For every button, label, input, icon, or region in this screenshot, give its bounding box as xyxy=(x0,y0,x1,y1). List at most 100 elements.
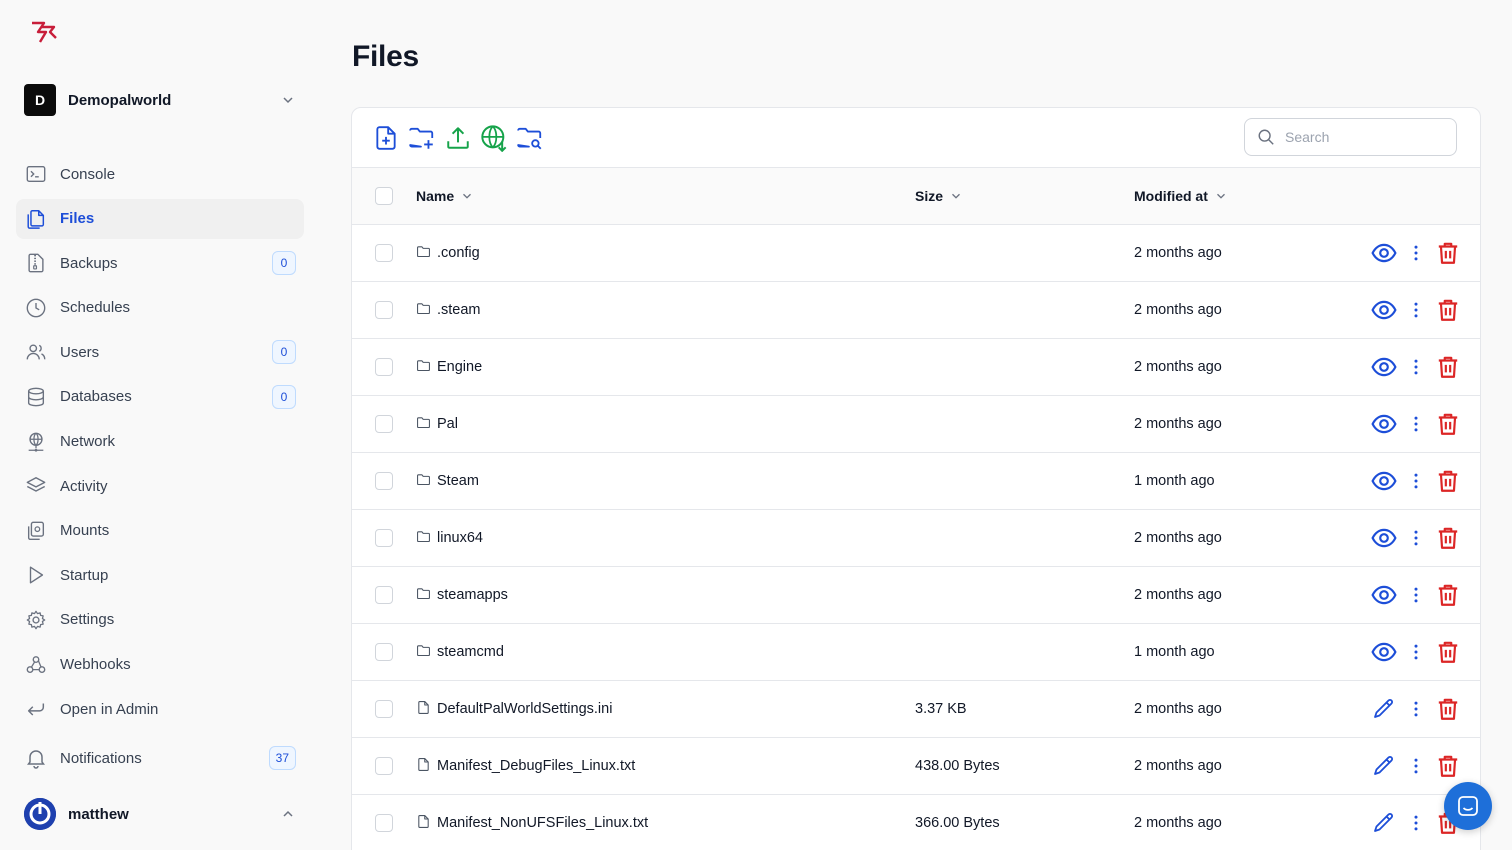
sidebar-item-webhooks[interactable]: Webhooks xyxy=(16,645,304,685)
more-options-icon[interactable] xyxy=(1402,581,1430,609)
pencil-icon[interactable] xyxy=(1370,752,1398,780)
row-checkbox[interactable] xyxy=(375,301,393,319)
app-logo[interactable] xyxy=(28,18,60,46)
file-toolbar xyxy=(352,108,1480,168)
table-row[interactable]: Engine 2 months ago xyxy=(352,339,1480,396)
more-options-icon[interactable] xyxy=(1402,239,1430,267)
notifications-button[interactable]: Notifications 37 xyxy=(24,742,296,774)
table-row[interactable]: linux64 2 months ago xyxy=(352,510,1480,567)
row-checkbox[interactable] xyxy=(375,529,393,547)
row-checkbox[interactable] xyxy=(375,472,393,490)
more-options-icon[interactable] xyxy=(1402,809,1430,837)
trash-icon[interactable] xyxy=(1434,695,1462,723)
sidebar-item-startup[interactable]: Startup xyxy=(16,555,304,595)
file-name-cell[interactable]: Steam xyxy=(416,472,479,491)
file-name-cell[interactable]: steamapps xyxy=(416,586,508,605)
sidebar-item-schedules[interactable]: Schedules xyxy=(16,288,304,328)
file-name-cell[interactable]: Manifest_DebugFiles_Linux.txt xyxy=(416,757,635,776)
file-name-cell[interactable]: Pal xyxy=(416,415,458,434)
server-selector[interactable]: D Demopalworld xyxy=(24,84,296,116)
row-checkbox[interactable] xyxy=(375,586,393,604)
more-options-icon[interactable] xyxy=(1402,638,1430,666)
table-row[interactable]: DefaultPalWorldSettings.ini 3.37 KB 2 mont… xyxy=(352,681,1480,738)
row-checkbox[interactable] xyxy=(375,814,393,832)
sidebar-item-users[interactable]: Users 0 xyxy=(16,332,304,372)
eye-icon[interactable] xyxy=(1370,239,1398,267)
more-options-icon[interactable] xyxy=(1402,752,1430,780)
sidebar-item-activity[interactable]: Activity xyxy=(16,466,304,506)
eye-icon[interactable] xyxy=(1370,410,1398,438)
eye-icon[interactable] xyxy=(1370,296,1398,324)
table-row[interactable]: .steam 2 months ago xyxy=(352,282,1480,339)
file-name-cell[interactable]: .steam xyxy=(416,301,481,320)
sidebar-item-backups[interactable]: Backups 0 xyxy=(16,243,304,283)
column-size-header[interactable]: Size xyxy=(915,188,963,204)
trash-icon[interactable] xyxy=(1434,296,1462,324)
sidebar-item-settings[interactable]: Settings xyxy=(16,600,304,640)
avatar xyxy=(24,798,56,830)
more-options-icon[interactable] xyxy=(1402,524,1430,552)
trash-icon[interactable] xyxy=(1434,581,1462,609)
select-all-checkbox[interactable] xyxy=(375,187,393,205)
file-name: Manifest_DebugFiles_Linux.txt xyxy=(437,758,636,774)
more-options-icon[interactable] xyxy=(1402,353,1430,381)
file-name-cell[interactable]: linux64 xyxy=(416,529,483,548)
row-checkbox[interactable] xyxy=(375,757,393,775)
sidebar-item-mounts[interactable]: Mounts xyxy=(16,511,304,551)
table-row[interactable]: Pal 2 months ago xyxy=(352,396,1480,453)
row-checkbox[interactable] xyxy=(375,643,393,661)
table-row[interactable]: Steam 1 month ago xyxy=(352,453,1480,510)
support-chat-button[interactable] xyxy=(1444,782,1492,830)
new-folder-button[interactable] xyxy=(408,124,436,152)
sidebar-item-network[interactable]: Network xyxy=(16,422,304,462)
file-modified: 1 month ago xyxy=(1134,644,1215,660)
file-name-cell[interactable]: .config xyxy=(416,244,480,263)
row-checkbox[interactable] xyxy=(375,700,393,718)
sidebar-item-open-in-admin[interactable]: Open in Admin xyxy=(16,689,304,729)
more-options-icon[interactable] xyxy=(1402,410,1430,438)
sidebar-item-databases[interactable]: Databases 0 xyxy=(16,377,304,417)
eye-icon[interactable] xyxy=(1370,353,1398,381)
new-file-button[interactable] xyxy=(372,124,400,152)
user-menu[interactable]: matthew xyxy=(24,797,296,831)
sidebar-item-files[interactable]: Files xyxy=(16,198,304,239)
trash-icon[interactable] xyxy=(1434,638,1462,666)
upload-button[interactable] xyxy=(444,124,472,152)
table-row[interactable]: .config 2 months ago xyxy=(352,225,1480,282)
eye-icon[interactable] xyxy=(1370,524,1398,552)
row-checkbox[interactable] xyxy=(375,415,393,433)
table-row[interactable]: Manifest_DebugFiles_Linux.txt 438.00 Byte… xyxy=(352,738,1480,795)
file-name-cell[interactable]: DefaultPalWorldSettings.ini xyxy=(416,700,612,719)
page-title: Files xyxy=(352,40,419,73)
more-options-icon[interactable] xyxy=(1402,467,1430,495)
trash-icon[interactable] xyxy=(1434,467,1462,495)
trash-icon[interactable] xyxy=(1434,410,1462,438)
remote-download-button[interactable] xyxy=(480,124,508,152)
gear-icon xyxy=(24,608,48,632)
column-modified-header[interactable]: Modified at xyxy=(1134,188,1228,204)
more-options-icon[interactable] xyxy=(1402,695,1430,723)
sidebar-item-console[interactable]: Console xyxy=(16,154,304,194)
trash-icon[interactable] xyxy=(1434,524,1462,552)
table-row[interactable]: Manifest_NonUFSFiles_Linux.txt 366.00 Byt… xyxy=(352,795,1480,850)
sidebar-item-label: Databases xyxy=(60,388,132,406)
search-input[interactable] xyxy=(1285,129,1445,145)
eye-icon[interactable] xyxy=(1370,581,1398,609)
row-checkbox[interactable] xyxy=(375,358,393,376)
trash-icon[interactable] xyxy=(1434,239,1462,267)
table-row[interactable]: steamapps 2 months ago xyxy=(352,567,1480,624)
trash-icon[interactable] xyxy=(1434,752,1462,780)
pencil-icon[interactable] xyxy=(1370,809,1398,837)
eye-icon[interactable] xyxy=(1370,638,1398,666)
eye-icon[interactable] xyxy=(1370,467,1398,495)
more-options-icon[interactable] xyxy=(1402,296,1430,324)
search-folder-button[interactable] xyxy=(516,124,544,152)
column-name-header[interactable]: Name xyxy=(416,188,474,204)
file-name-cell[interactable]: steamcmd xyxy=(416,643,504,662)
file-name-cell[interactable]: Manifest_NonUFSFiles_Linux.txt xyxy=(416,814,648,833)
row-checkbox[interactable] xyxy=(375,244,393,262)
pencil-icon[interactable] xyxy=(1370,695,1398,723)
trash-icon[interactable] xyxy=(1434,353,1462,381)
table-row[interactable]: steamcmd 1 month ago xyxy=(352,624,1480,681)
file-name-cell[interactable]: Engine xyxy=(416,358,482,377)
